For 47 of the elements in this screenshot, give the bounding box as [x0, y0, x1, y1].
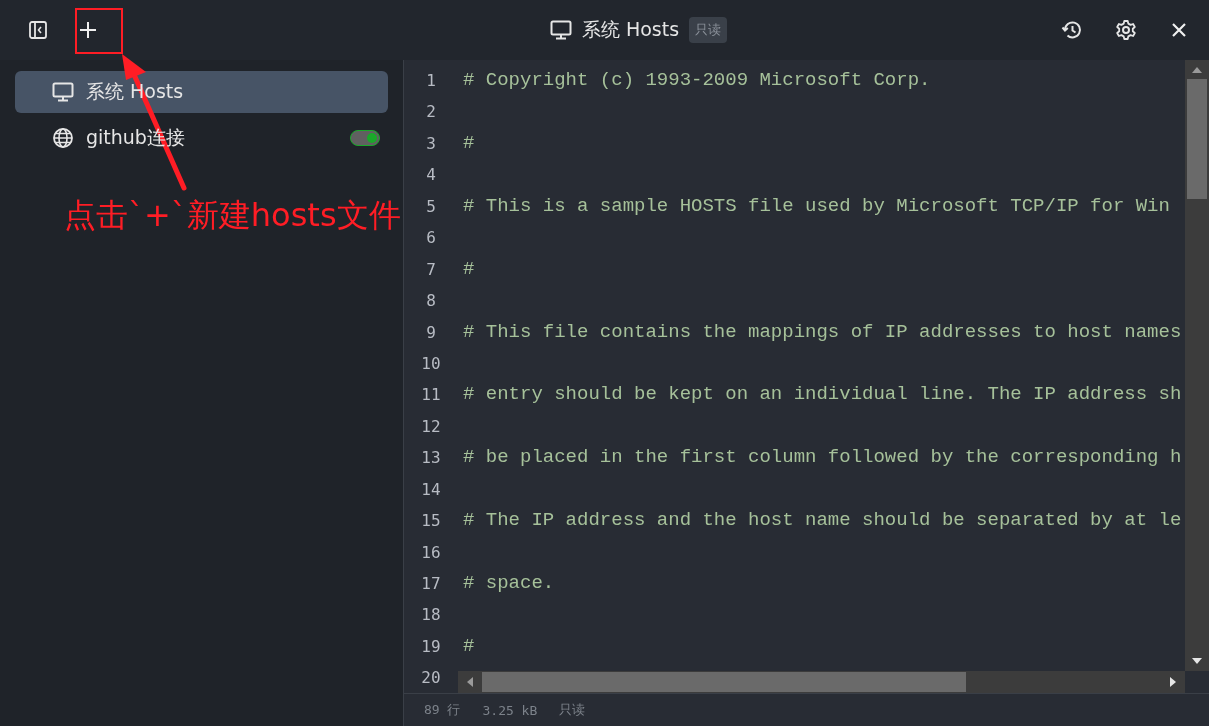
monitor-icon [52, 82, 74, 102]
code-line: # Copyright (c) 1993-2009 Microsoft Corp. [463, 69, 931, 91]
read-only-badge: 只读 [689, 17, 728, 43]
line-number: 16 [420, 541, 442, 564]
scrollbar-thumb[interactable] [1187, 79, 1207, 199]
line-number: 18 [420, 604, 442, 627]
line-number: 12 [420, 415, 442, 438]
code-line: # This file contains the mappings of IP addresses to host names [463, 320, 1182, 343]
code-line: # [463, 131, 475, 154]
scrollbar-thumb[interactable] [482, 672, 966, 692]
line-number: 11 [420, 384, 442, 407]
line-number: 19 [420, 635, 442, 658]
line-count: 89 行 [424, 701, 461, 719]
scroll-down-icon[interactable] [1191, 657, 1203, 665]
code-line: # entry should be kept on an individual line. The IP address sh [463, 383, 1182, 406]
toggle-switch[interactable] [350, 130, 380, 146]
highlight-frame [75, 8, 123, 54]
scroll-left-icon[interactable] [466, 676, 474, 688]
annotation-text: 点击`+`新建hosts文件 [64, 195, 401, 236]
line-number: 9 [425, 321, 437, 344]
code-line: # [463, 634, 475, 657]
code-line: # The IP address and the host name should be separated by at le [463, 509, 1182, 532]
line-number: 2 [425, 101, 437, 124]
code-line: # This is a sample HOSTS file used by Microsoft TCP/IP for Win [463, 194, 1170, 217]
line-number: 1 [425, 70, 437, 92]
code-line: # be placed in the first column followed by the corresponding h [463, 446, 1182, 469]
globe-icon [52, 127, 74, 149]
line-number: 7 [425, 258, 437, 281]
line-number: 8 [425, 290, 437, 313]
window-title: 系统 Hosts [581, 17, 680, 42]
line-number: 15 [420, 510, 442, 533]
line-number: 17 [420, 573, 442, 595]
line-number: 5 [425, 195, 437, 218]
scroll-right-icon[interactable] [1169, 676, 1177, 688]
line-number: 3 [425, 132, 437, 155]
file-size: 3.25 kB [482, 702, 538, 718]
line-number: 10 [420, 352, 442, 375]
code-line: # [463, 257, 475, 280]
line-number: 20 [420, 667, 442, 690]
line-number: 4 [425, 164, 437, 187]
read-only-status: 只读 [559, 701, 586, 719]
monitor-icon [549, 20, 572, 40]
scroll-up-icon[interactable] [1191, 66, 1203, 74]
code-line: # space. [463, 572, 555, 594]
line-number: 6 [425, 227, 437, 250]
line-number: 13 [420, 447, 442, 470]
line-number: 14 [420, 478, 442, 501]
